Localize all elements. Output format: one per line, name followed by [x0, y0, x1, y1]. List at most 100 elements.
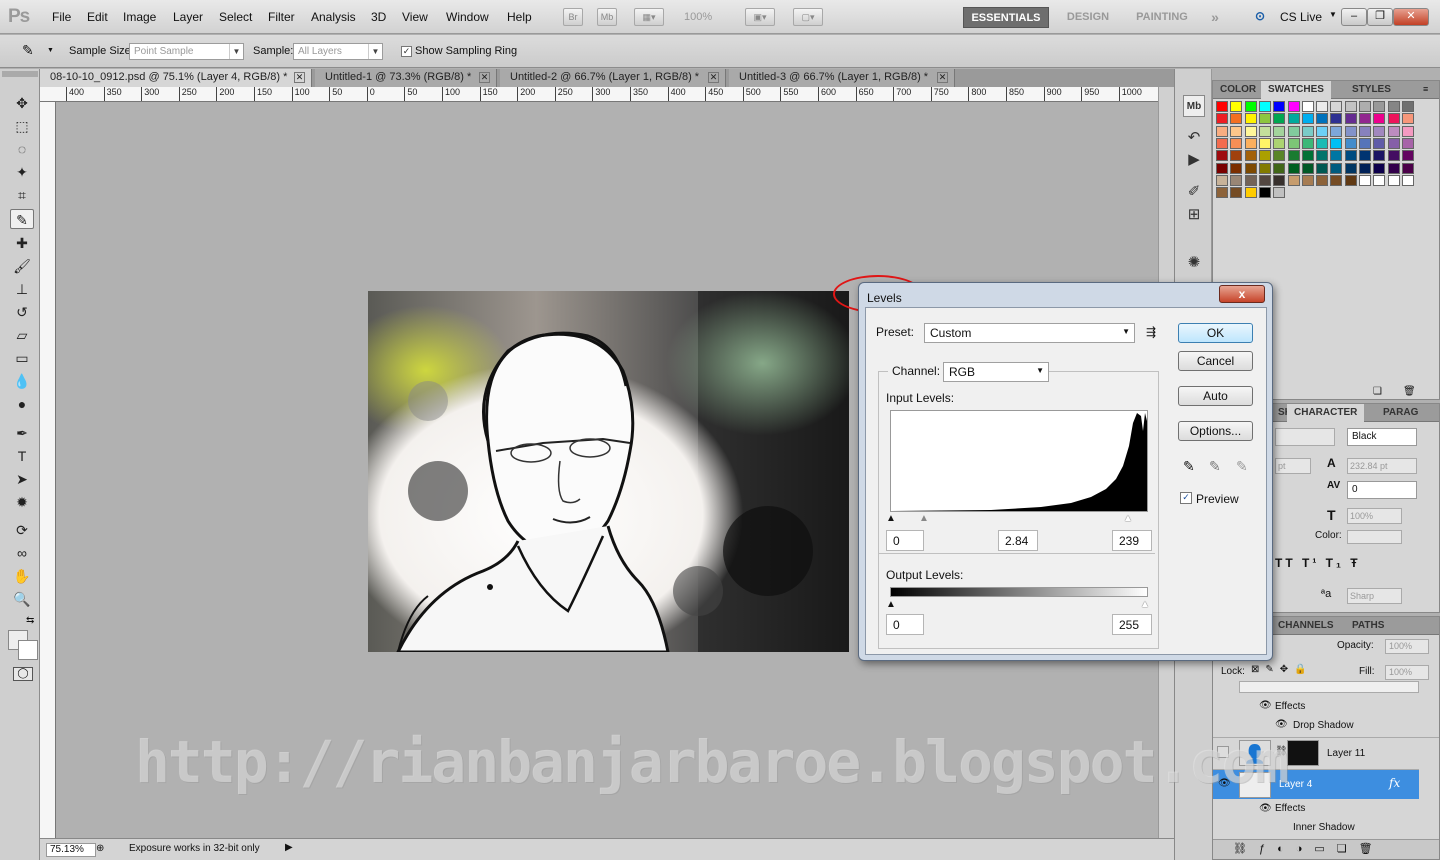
- fill-field[interactable]: 100%: [1385, 665, 1429, 680]
- color-swatch[interactable]: [1258, 174, 1271, 186]
- status-menu-arrow-icon[interactable]: ▶: [285, 842, 293, 853]
- tab-paragraph[interactable]: PARAG: [1376, 404, 1425, 422]
- color-swatch[interactable]: [1316, 125, 1329, 137]
- color-swatch[interactable]: [1401, 101, 1414, 112]
- more-workspaces-button[interactable]: »: [1203, 7, 1227, 28]
- color-swatch[interactable]: [1330, 150, 1343, 162]
- preset-options-icon[interactable]: ⇶: [1146, 325, 1156, 339]
- background-color-swatch[interactable]: [18, 640, 38, 660]
- color-swatch[interactable]: [1330, 101, 1343, 112]
- menu-file[interactable]: File: [52, 10, 71, 24]
- color-swatch[interactable]: [1287, 174, 1300, 186]
- output-white-slider[interactable]: ▲: [1140, 599, 1150, 610]
- color-swatch[interactable]: [1258, 162, 1271, 174]
- 3d-rotate-tool-icon[interactable]: ⟳: [10, 520, 34, 540]
- path-selection-tool-icon[interactable]: ➤: [10, 469, 34, 489]
- swatch-grid[interactable]: [1216, 101, 1420, 201]
- menu-select[interactable]: Select: [219, 10, 252, 24]
- navigator-icon[interactable]: ✺: [1183, 252, 1205, 274]
- color-swatch[interactable]: [1401, 174, 1414, 186]
- minimize-button[interactable]: –: [1341, 8, 1367, 26]
- delete-swatch-icon[interactable]: 🗑: [1403, 386, 1416, 397]
- extras-menu-button[interactable]: ▦▾: [634, 8, 664, 26]
- font-family-select[interactable]: [1275, 428, 1335, 446]
- color-swatch[interactable]: [1387, 113, 1400, 125]
- color-swatch[interactable]: [1330, 113, 1343, 125]
- menu-view[interactable]: View: [402, 10, 428, 24]
- gray-point-eyedropper-icon[interactable]: ✎: [1209, 458, 1221, 475]
- color-swatch[interactable]: [1330, 162, 1343, 174]
- color-swatch[interactable]: [1273, 174, 1286, 186]
- mini-bridge-icon[interactable]: Mb: [1183, 95, 1205, 117]
- color-swatch[interactable]: [1330, 137, 1343, 149]
- color-swatch[interactable]: [1244, 150, 1257, 162]
- status-zoom[interactable]: 75.13%: [46, 843, 96, 857]
- color-swatch[interactable]: [1216, 125, 1228, 137]
- ok-button[interactable]: OK: [1178, 323, 1253, 343]
- color-swatch[interactable]: [1258, 150, 1271, 162]
- font-size-field[interactable]: pt: [1275, 458, 1311, 474]
- color-swatch[interactable]: [1387, 150, 1400, 162]
- eraser-tool-icon[interactable]: ▱: [10, 325, 34, 345]
- tab-document-1[interactable]: 08-10-10_0912.psd @ 75.1% (Layer 4, RGB/…: [40, 69, 312, 87]
- color-swatch[interactable]: [1301, 125, 1314, 137]
- color-swatch[interactable]: [1301, 162, 1314, 174]
- menu-layer[interactable]: Layer: [173, 10, 203, 24]
- color-swatch[interactable]: [1344, 162, 1357, 174]
- color-swatch[interactable]: [1316, 150, 1329, 162]
- menu-3d[interactable]: 3D: [371, 10, 386, 24]
- font-style-select[interactable]: Black: [1347, 428, 1417, 446]
- color-swatch[interactable]: [1230, 113, 1243, 125]
- output-black-field[interactable]: 0: [886, 614, 924, 635]
- color-swatch[interactable]: [1287, 113, 1300, 125]
- menu-analysis[interactable]: Analysis: [311, 10, 356, 24]
- color-swatch[interactable]: [1401, 125, 1414, 137]
- actions-icon[interactable]: ▶: [1183, 149, 1205, 171]
- antialias-select[interactable]: Sharp: [1347, 588, 1402, 604]
- leading-field[interactable]: 232.84 pt: [1347, 458, 1417, 474]
- color-swatch[interactable]: [1330, 174, 1343, 186]
- menu-edit[interactable]: Edit: [87, 10, 108, 24]
- color-swatch[interactable]: [1258, 137, 1271, 149]
- color-swatch[interactable]: [1301, 137, 1314, 149]
- pen-tool-icon[interactable]: ✒: [10, 423, 34, 443]
- color-swatch[interactable]: [1359, 137, 1371, 149]
- mini-bridge-button[interactable]: Mb: [597, 8, 617, 26]
- status-info-icon[interactable]: ⊕: [96, 843, 104, 854]
- menu-window[interactable]: Window: [446, 10, 489, 24]
- eyedropper-preset-icon[interactable]: ✎: [22, 42, 34, 59]
- close-tab-icon[interactable]: ✕: [294, 72, 305, 83]
- color-swatch[interactable]: [1216, 187, 1228, 199]
- color-swatch[interactable]: [1344, 113, 1357, 125]
- document-image[interactable]: [368, 291, 849, 652]
- color-swatch[interactable]: [1258, 187, 1271, 199]
- text-color-swatch[interactable]: [1347, 530, 1402, 544]
- workspace-essentials[interactable]: ESSENTIALS: [963, 7, 1049, 28]
- menu-filter[interactable]: Filter: [268, 10, 295, 24]
- black-point-eyedropper-icon[interactable]: ✎: [1183, 458, 1195, 475]
- dialog-close-button[interactable]: x: [1219, 285, 1265, 303]
- color-swatch[interactable]: [1359, 150, 1371, 162]
- lasso-tool-icon[interactable]: ◌: [10, 139, 34, 159]
- type-tool-icon[interactable]: T: [10, 446, 34, 466]
- color-swatch[interactable]: [1373, 150, 1386, 162]
- restore-button[interactable]: ❐: [1367, 8, 1393, 26]
- color-swatch[interactable]: [1359, 162, 1371, 174]
- menu-help[interactable]: Help: [507, 10, 532, 24]
- crop-tool-icon[interactable]: ⌗: [10, 185, 34, 205]
- auto-button[interactable]: Auto: [1178, 386, 1253, 406]
- preset-chevron-icon[interactable]: ▼: [47, 47, 54, 54]
- color-swatch[interactable]: [1387, 174, 1400, 186]
- color-swatch[interactable]: [1387, 162, 1400, 174]
- tracking-field[interactable]: 0: [1347, 481, 1417, 499]
- quick-selection-tool-icon[interactable]: ✦: [10, 162, 34, 182]
- clone-stamp-tool-icon[interactable]: ⊥: [10, 279, 34, 299]
- output-black-slider[interactable]: ▲: [886, 599, 896, 610]
- preset-select[interactable]: Custom ▼: [924, 323, 1135, 343]
- color-swatch[interactable]: [1344, 150, 1357, 162]
- 3d-orbit-tool-icon[interactable]: ∞: [10, 543, 34, 563]
- color-swatch[interactable]: [1316, 162, 1329, 174]
- color-swatch[interactable]: [1273, 162, 1286, 174]
- arrange-documents-button[interactable]: ▣▾: [745, 8, 775, 26]
- color-swatch[interactable]: [1316, 137, 1329, 149]
